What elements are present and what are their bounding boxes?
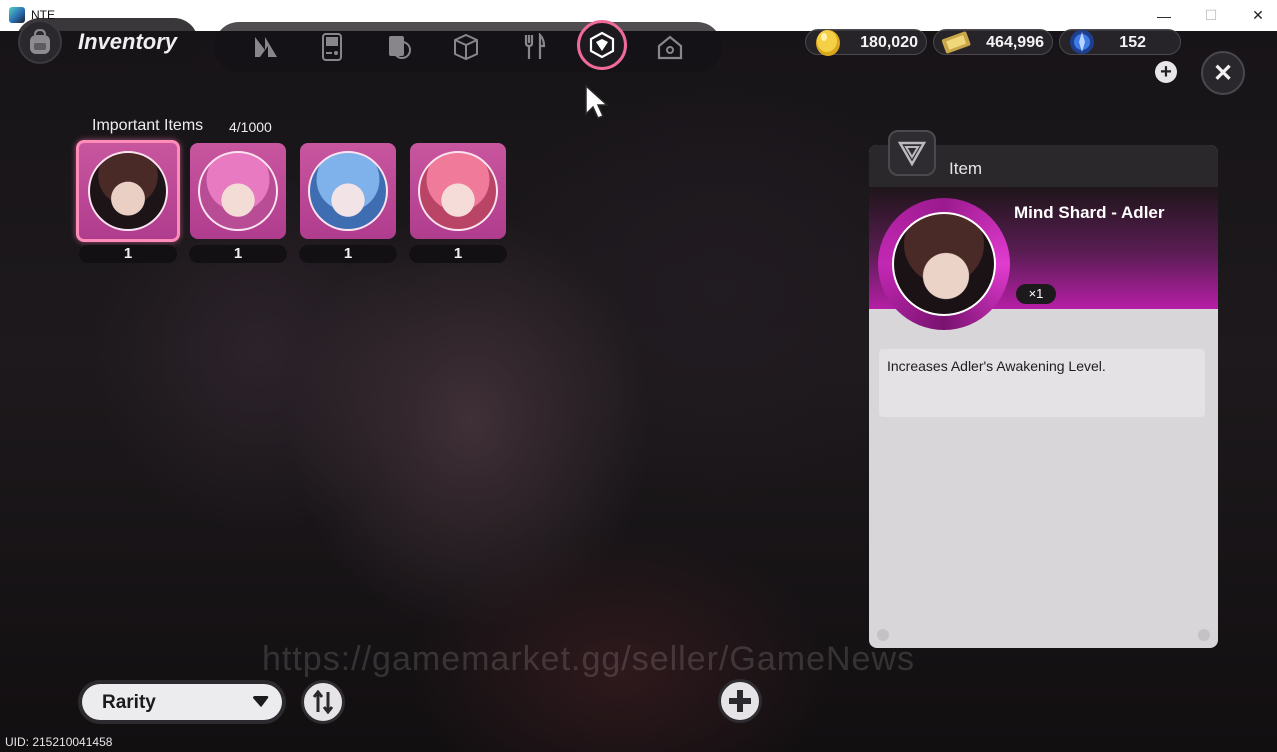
sort-dropdown-label: Rarity — [102, 692, 156, 713]
tab-all[interactable] — [246, 27, 286, 67]
tab-materials[interactable] — [446, 27, 486, 67]
item-category-badge — [888, 130, 936, 176]
currency-crystal: 152 — [1059, 29, 1181, 55]
tab-housing[interactable] — [650, 27, 690, 67]
v-emblem-icon — [897, 141, 927, 167]
gameboy-icon — [322, 33, 342, 61]
app-icon — [9, 7, 25, 23]
inventory-header: Inventory — [16, 18, 198, 66]
item-qty-bar: 1 — [79, 245, 177, 263]
tab-important-items[interactable] — [577, 20, 627, 70]
category-tabbar — [214, 20, 722, 72]
detail-type-label: Item — [949, 159, 983, 178]
fork-knife-icon — [524, 33, 546, 59]
mouse-cursor-icon — [585, 84, 609, 119]
item-qty-bar: 1 — [409, 245, 507, 263]
detail-portrait-ring — [878, 198, 1010, 330]
description-box: Increases Adler's Awakening Level. — [879, 349, 1205, 417]
portrait-pink-hair-boy — [418, 151, 498, 231]
currency-gold-value: 180,020 — [860, 34, 918, 51]
page-title: Inventory — [78, 29, 178, 54]
currency-crystal-value: 152 — [1119, 34, 1146, 51]
item-slot[interactable] — [76, 140, 180, 242]
tab-devices[interactable] — [312, 27, 352, 67]
tab-consumables[interactable] — [514, 27, 554, 67]
currency-gold: 180,020 — [805, 29, 927, 56]
item-slot[interactable] — [410, 143, 506, 239]
ticket-icon — [941, 31, 971, 54]
home-icon — [657, 35, 683, 60]
watermark: https://gamemarket.gg/seller/GameNews — [262, 640, 916, 678]
portrait-dark-hair-man — [88, 151, 168, 231]
dpad-icon — [729, 690, 751, 712]
sort-arrows-icon — [312, 690, 334, 714]
item-qty-bar: 1 — [189, 245, 287, 263]
n-logo-icon — [255, 37, 277, 57]
currency-ticket-value: 464,996 — [986, 34, 1044, 51]
gem-box-icon — [589, 31, 615, 59]
dpad-button[interactable] — [718, 679, 762, 723]
currency-ticket: 464,996 — [933, 29, 1053, 55]
portrait-blue-hair-girl — [308, 151, 388, 231]
tab-documents[interactable] — [379, 27, 419, 67]
corner-dot — [1198, 629, 1210, 641]
uid-label: UID: 215210041458 — [5, 735, 113, 749]
crystal-icon — [1070, 30, 1094, 54]
item-description: Increases Adler's Awakening Level. — [887, 358, 1106, 374]
item-qty-bar: 1 — [299, 245, 397, 263]
minimize-button[interactable]: — — [1141, 0, 1187, 31]
gold-coin-icon — [816, 30, 840, 56]
box-icon — [454, 33, 478, 61]
add-crystal-button[interactable]: + — [1155, 61, 1177, 83]
item-slot[interactable] — [190, 143, 286, 239]
sort-dropdown[interactable]: Rarity — [78, 680, 286, 724]
section-title: Important Items — [92, 117, 204, 134]
backpack-icon — [18, 20, 62, 64]
caret-down-icon — [253, 696, 269, 707]
detail-quantity-badge: ×1 — [1016, 284, 1056, 304]
sort-order-button[interactable] — [301, 680, 345, 724]
book-icon — [389, 36, 411, 59]
section-count: 4/1000 — [229, 119, 272, 135]
detail-item-name: Mind Shard - Adler — [1014, 203, 1165, 222]
maximize-button[interactable]: ☐ — [1188, 0, 1234, 31]
window-close-button[interactable]: ✕ — [1235, 0, 1277, 31]
corner-dot — [877, 629, 889, 641]
close-inventory-button[interactable]: ✕ — [1201, 51, 1245, 95]
item-slot[interactable] — [300, 143, 396, 239]
portrait-pink-hair-girl — [198, 151, 278, 231]
detail-portrait — [892, 212, 996, 316]
